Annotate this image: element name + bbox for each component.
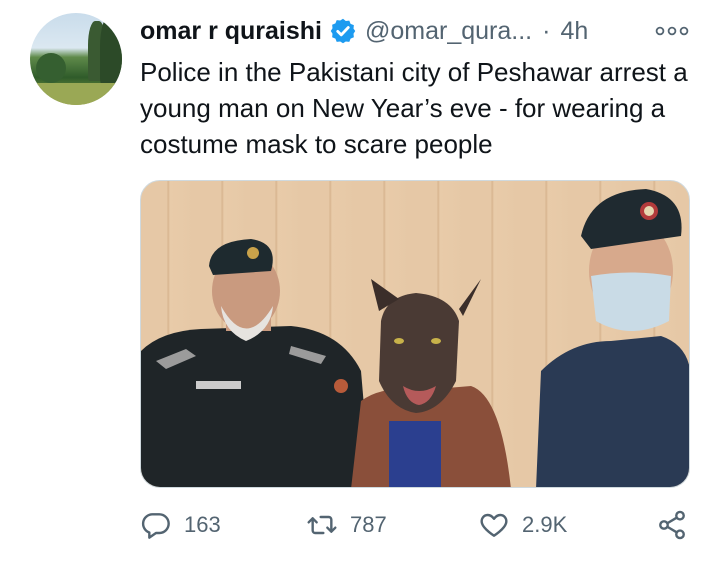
avatar-tree [100,15,122,85]
tweet-media-photo[interactable] [140,180,690,488]
like-count: 2.9K [522,512,568,537]
heart-icon [480,513,508,537]
left-officer-figure [141,239,371,487]
verified-badge-icon [330,18,356,44]
right-officer-figure [536,189,689,487]
retweet-button[interactable]: 787 [306,510,387,540]
tweet-text: Police in the Pakistani city of Peshawar… [140,57,688,159]
author-avatar[interactable] [30,13,122,105]
tweet-actions-bar: 163 787 2.9K [0,500,720,550]
author-name[interactable]: omar r quraishi [140,17,322,46]
masked-person-figure [351,279,511,487]
photo-illustration [141,189,689,487]
retweet-count: 787 [350,512,387,537]
more-options-icon[interactable] [655,22,689,40]
separator-dot: · [542,16,551,45]
tweet-header: omar r quraishi @omar_qura... · 4h [140,14,588,48]
reply-count: 163 [184,512,221,537]
share-icon [659,510,685,540]
reply-button[interactable]: 163 [140,510,221,540]
avatar-field [30,83,122,105]
reply-icon [141,513,170,539]
retweet-icon [307,515,337,535]
tweet-timestamp[interactable]: 4h [560,17,588,46]
like-button[interactable]: 2.9K [478,510,567,540]
share-button[interactable] [656,510,688,540]
avatar-bush [36,53,66,83]
author-handle[interactable]: @omar_qura... [365,17,532,46]
